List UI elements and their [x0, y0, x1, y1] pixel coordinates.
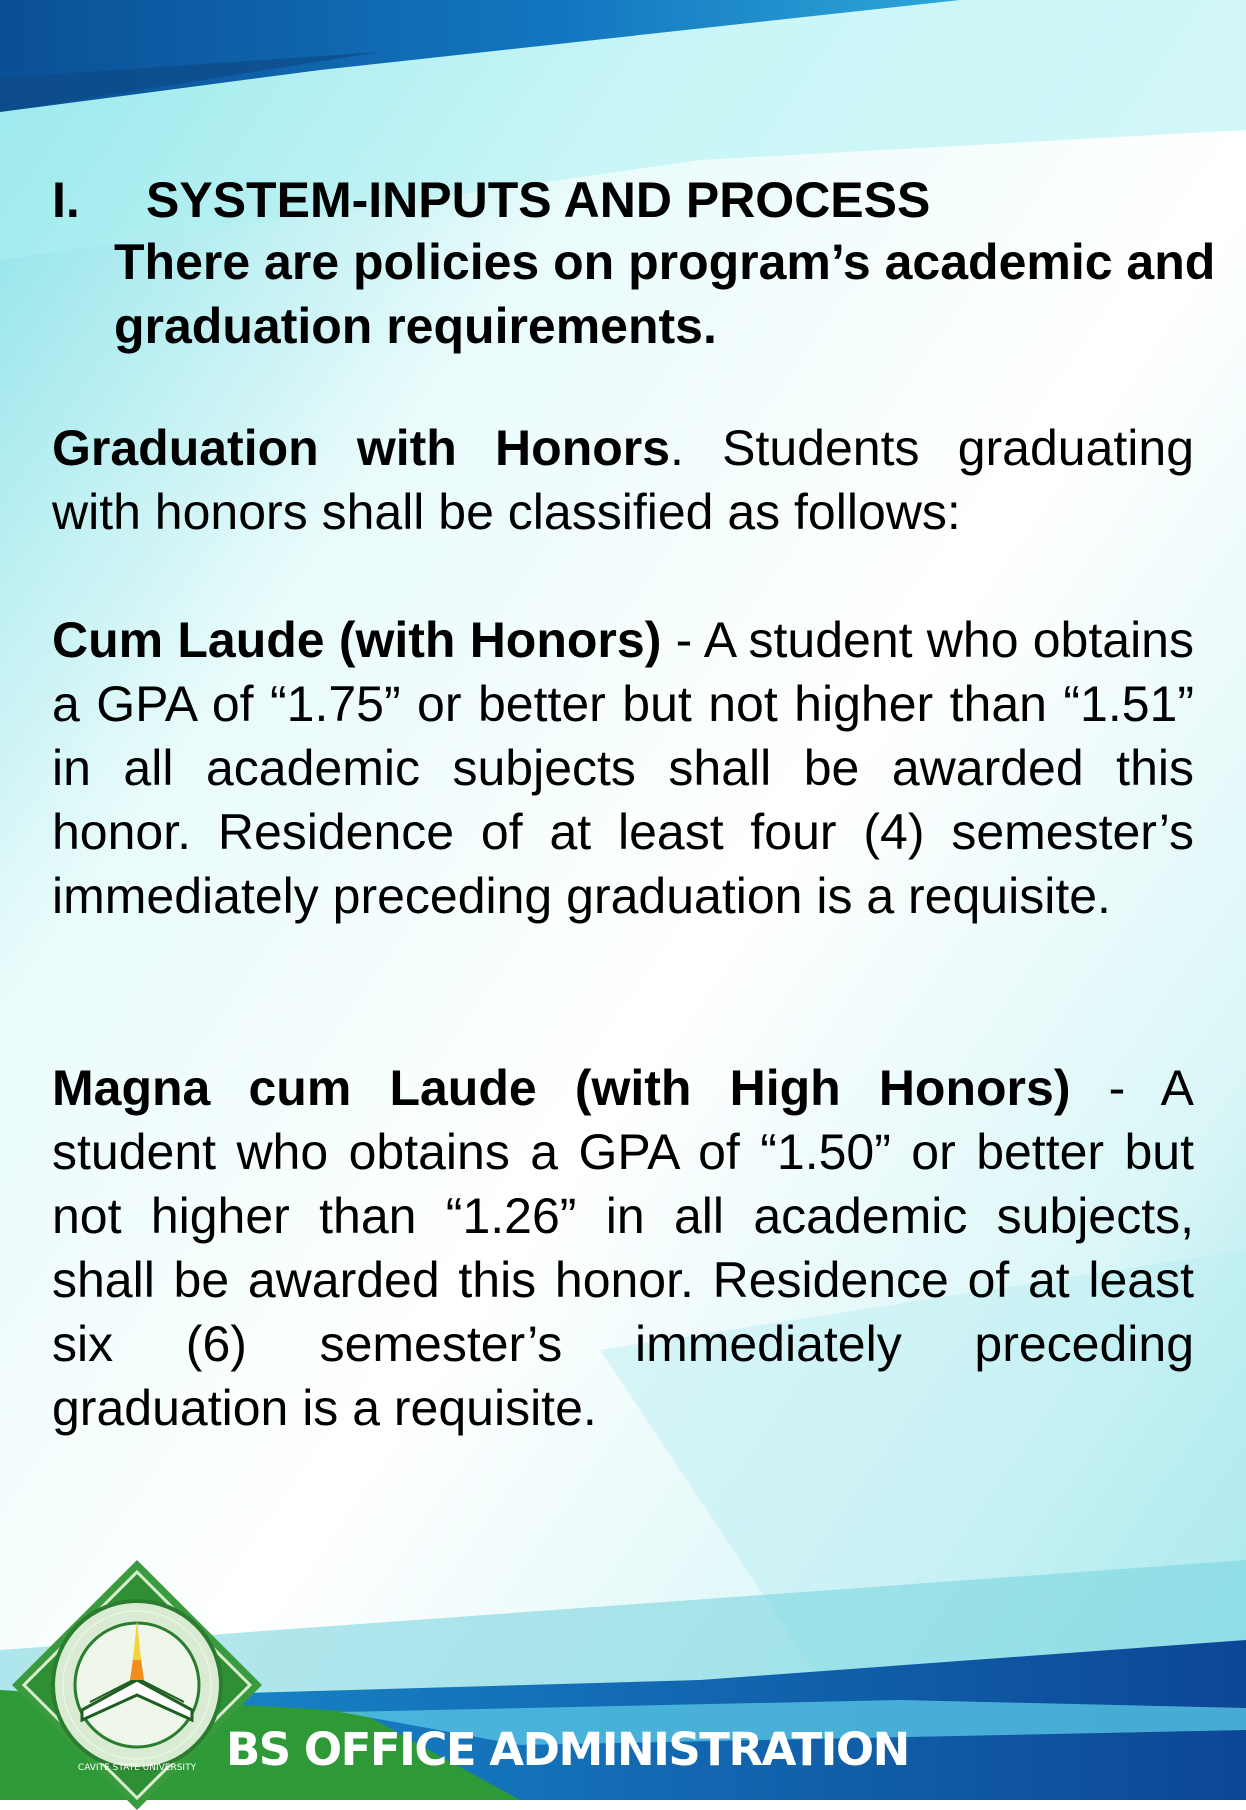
section-title: SYSTEM-INPUTS AND PROCESS: [146, 172, 931, 228]
section-heading: I. SYSTEM-INPUTS AND PROCESS: [52, 168, 1202, 232]
cum-laude-paragraph: Cum Laude (with Honors) - A student who …: [52, 608, 1194, 928]
graduation-honors-term: Graduation with Honors: [52, 420, 671, 476]
graduation-honors-paragraph: Graduation with Honors. Students graduat…: [52, 416, 1194, 544]
magna-cum-laude-term: Magna cum Laude (with High Honors): [52, 1060, 1071, 1116]
magna-cum-laude-paragraph: Magna cum Laude (with High Honors) - A s…: [52, 1056, 1194, 1440]
footer-program-name: BS OFFICE ADMINISTRATION: [226, 1723, 910, 1776]
section-number: I.: [52, 172, 80, 228]
magna-cum-laude-text: - A student who obtains a GPA of “1.50” …: [52, 1060, 1194, 1436]
section-subtitle: There are policies on program’s academic…: [114, 234, 1216, 354]
cum-laude-term: Cum Laude (with Honors): [52, 612, 662, 668]
